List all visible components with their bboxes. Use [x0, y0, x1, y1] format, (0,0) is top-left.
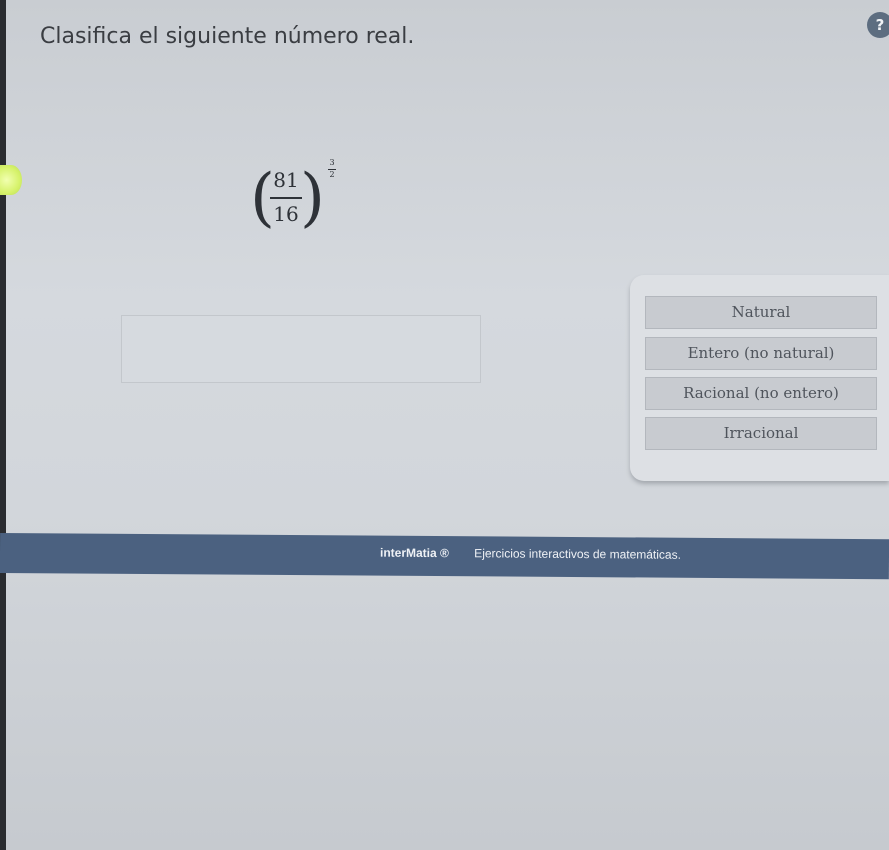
help-icon[interactable]: ? — [867, 12, 889, 38]
footer-text: interMatia ® Ejercicios interactivos de … — [380, 546, 681, 562]
status-indicator — [0, 165, 22, 195]
math-expression: ( 81 16 ) 3 2 — [250, 158, 360, 242]
option-entero[interactable]: Entero (no natural) — [645, 337, 877, 370]
exponent-numerator: 3 — [329, 158, 335, 167]
footer-tagline: Ejercicios interactivos de matemáticas. — [474, 546, 682, 562]
fraction-bar — [270, 197, 302, 199]
answer-drop-zone[interactable] — [121, 315, 481, 383]
page-title: Clasifica el siguiente número real. — [40, 24, 415, 49]
fraction-denominator: 16 — [273, 202, 299, 226]
option-racional[interactable]: Racional (no entero) — [645, 377, 877, 410]
footer-bar: interMatia ® Ejercicios interactivos de … — [0, 533, 889, 580]
exponent-denominator: 2 — [329, 170, 335, 179]
screen-edge — [0, 0, 6, 850]
fraction-numerator: 81 — [273, 168, 299, 192]
option-irracional[interactable]: Irracional — [645, 417, 877, 450]
right-parenthesis: ) — [300, 161, 325, 235]
option-natural[interactable]: Natural — [645, 296, 877, 329]
footer-brand[interactable]: interMatia ® — [380, 546, 449, 560]
